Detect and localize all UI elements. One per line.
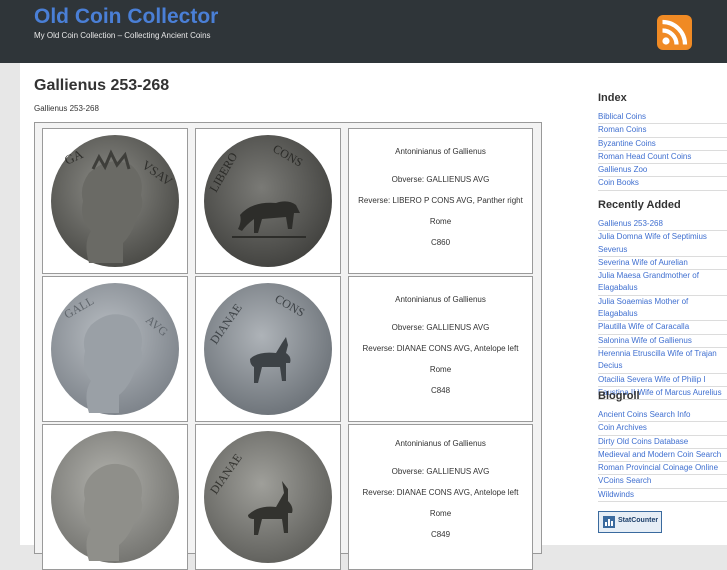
sidebar-link[interactable]: Salonina Wife of Gallienus — [598, 335, 727, 348]
sidebar-link[interactable]: Coin Books — [598, 177, 727, 191]
sidebar-link[interactable]: Julia Maesa Grandmother of Elagabalus — [598, 270, 727, 296]
coin-name: Antoninianus of Gallienus — [395, 295, 486, 304]
coin-description: Antoninianus of Gallienus Obverse: GALLI… — [348, 276, 533, 422]
coin-mint: Rome — [429, 365, 452, 374]
post-title[interactable]: Gallienus 253-268 — [34, 77, 169, 95]
statcounter-badge[interactable]: StatCounter — [598, 511, 662, 533]
coin-obverse: Obverse: GALLIENUS AVG — [391, 467, 490, 476]
coin-obverse-image[interactable] — [42, 424, 188, 570]
coin-obverse: Obverse: GALLIENUS AVG — [391, 175, 490, 184]
sidebar-blogroll-list: Ancient Coins Search Info Coin Archives … — [598, 409, 727, 503]
sidebar-heading-index: Index — [598, 92, 627, 104]
sidebar-link[interactable]: Wildwinds — [598, 489, 727, 503]
statcounter-label: StatCounter — [618, 517, 659, 524]
sidebar-link[interactable]: Coin Archives — [598, 422, 727, 436]
sidebar-heading-blogroll: Blogroll — [598, 390, 640, 402]
coin-mint: Rome — [429, 217, 452, 226]
coin-description: Antoninianus of Gallienus Obverse: GALLI… — [348, 128, 533, 274]
coin-reverse: Reverse: DIANAE CONS AVG, Antelope left — [362, 344, 519, 353]
coin-reverse-image[interactable]: LIBERO CONS — [195, 128, 341, 274]
sidebar-link[interactable]: Gallienus 253-268 — [598, 218, 727, 232]
coin-table: GA VSAV LIBERO CONS Antoninianus of Gall… — [34, 122, 542, 570]
coin-reference: C860 — [430, 238, 451, 247]
sidebar-link[interactable]: Byzantine Coins — [598, 138, 727, 151]
main-content: Gallienus 253-268 Gallienus 253-268 GA V… — [20, 63, 585, 570]
sidebar-link[interactable]: Otacilia Severa Wife of Philip I — [598, 374, 727, 387]
rss-feed-icon[interactable] — [657, 15, 692, 50]
sidebar-index-list: Biblical Coins Roman Coins Byzantine Coi… — [598, 111, 727, 191]
statcounter-icon — [603, 516, 615, 528]
sidebar-link[interactable]: Gallienus Zoo — [598, 164, 727, 178]
sidebar-link[interactable]: Plautilla Wife of Caracalla — [598, 321, 727, 335]
coin-reverse: Reverse: LIBERO P CONS AVG, Panther righ… — [358, 196, 523, 205]
coin-mint: Rome — [429, 509, 452, 518]
site-title[interactable]: Old Coin Collector — [34, 5, 218, 29]
sidebar-link[interactable]: Roman Coins — [598, 124, 727, 138]
sidebar-link[interactable]: Herennia Etruscilla Wife of Trajan Deciu… — [598, 348, 727, 374]
coin-obverse: Obverse: GALLIENUS AVG — [391, 323, 490, 332]
coin-reverse: Reverse: DIANAE CONS AVG, Antelope left — [362, 488, 519, 497]
site-header: Old Coin Collector My Old Coin Collectio… — [0, 0, 727, 63]
coin-reference: C848 — [430, 386, 451, 395]
sidebar-link[interactable]: Ancient Coins Search Info — [598, 409, 727, 423]
sidebar-link[interactable]: VCoins Search — [598, 475, 727, 489]
sidebar-link[interactable]: Roman Head Count Coins — [598, 151, 727, 165]
sidebar-link[interactable]: Julia Domna Wife of Septimius Severus — [598, 231, 727, 257]
coin-reference: C849 — [430, 530, 451, 539]
sidebar-link[interactable]: Medieval and Modern Coin Search — [598, 449, 727, 463]
coin-obverse-image[interactable]: GALL AVG — [42, 276, 188, 422]
coin-reverse-image[interactable]: DIANAE — [195, 424, 341, 570]
coin-reverse-image[interactable]: DIANAE CONS — [195, 276, 341, 422]
coin-obverse-image[interactable]: GA VSAV — [42, 128, 188, 274]
sidebar-link[interactable]: Severina Wife of Aurelian — [598, 257, 727, 271]
sidebar: Index Biblical Coins Roman Coins Byzanti… — [585, 63, 727, 545]
sidebar-link[interactable]: Biblical Coins — [598, 111, 727, 125]
coin-name: Antoninianus of Gallienus — [395, 439, 486, 448]
coin-description: Antoninianus of Gallienus Obverse: GALLI… — [348, 424, 533, 570]
sidebar-link[interactable]: Julia Soaemias Mother of Elagabalus — [598, 296, 727, 322]
sidebar-link[interactable]: Roman Provincial Coinage Online — [598, 462, 727, 476]
sidebar-link[interactable]: Dirty Old Coins Database — [598, 436, 727, 449]
site-tagline: My Old Coin Collection – Collecting Anci… — [34, 31, 211, 40]
sidebar-heading-recent: Recently Added — [598, 199, 681, 211]
coin-name: Antoninianus of Gallienus — [395, 147, 486, 156]
sidebar-recent-list: Gallienus 253-268 Julia Domna Wife of Se… — [598, 218, 727, 401]
post-subtitle: Gallienus 253-268 — [34, 104, 99, 113]
